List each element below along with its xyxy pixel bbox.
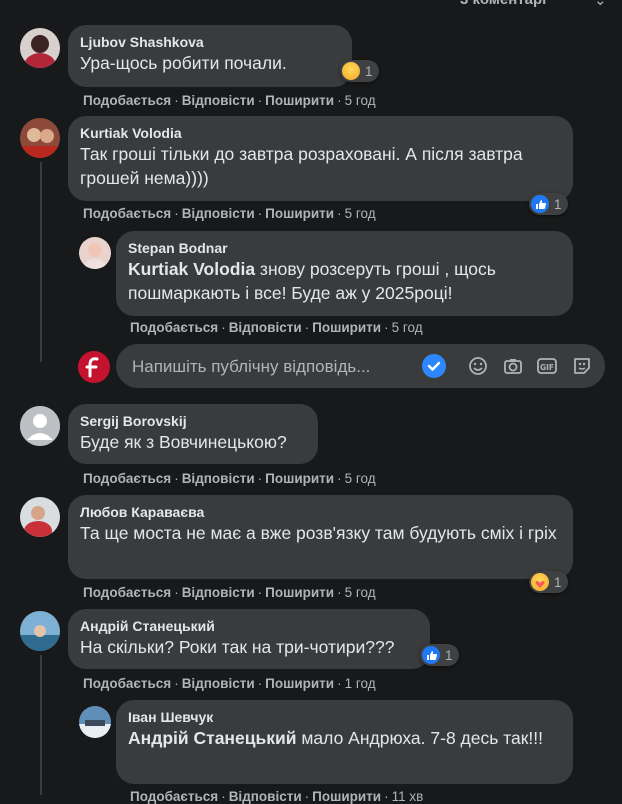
like-link[interactable]: Подобається xyxy=(83,93,171,108)
default-avatar-icon xyxy=(20,406,60,446)
reply-text: мало Андрюха. 7-8 десь так!!! xyxy=(296,728,544,748)
comment-bubble: Kurtiak Volodia Так гроші тільки до завт… xyxy=(68,116,573,201)
comment-author[interactable]: Іван Шевчук xyxy=(128,708,561,726)
like-link[interactable]: Подобається xyxy=(83,471,171,486)
timestamp[interactable]: 5 год xyxy=(345,93,376,108)
avatar[interactable] xyxy=(20,406,60,446)
profile-logo xyxy=(78,351,110,383)
comment-actions: Подобається · Відповісти · Поширити · 5 год xyxy=(83,93,376,108)
comment-actions: Подобається · Відповісти · Поширити · 5 год xyxy=(83,585,376,600)
avatar[interactable] xyxy=(79,237,111,269)
comment-actions: Подобається · Відповісти · Поширити · 1 год xyxy=(83,676,376,691)
comment-author[interactable]: Kurtiak Volodia xyxy=(80,124,561,142)
reply-link[interactable]: Відповісти xyxy=(182,206,255,221)
like-link[interactable]: Подобається xyxy=(130,320,218,335)
reply-link[interactable]: Відповісти xyxy=(182,676,255,691)
like-emoji-icon xyxy=(422,646,440,664)
camera-icon[interactable] xyxy=(503,356,523,376)
reaction-count: 1 xyxy=(554,574,562,590)
reply-link[interactable]: Відповісти xyxy=(182,585,255,600)
avatar[interactable] xyxy=(79,706,111,738)
comment-text: Буде як з Вовчинецькою? xyxy=(80,432,287,452)
comment-text: Андрій Станецький мало Андрюха. 7-8 десь… xyxy=(128,726,561,750)
comment-author[interactable]: Ljubov Shashkova xyxy=(80,33,340,51)
share-link[interactable]: Поширити xyxy=(265,471,334,486)
comment-author[interactable]: Stepan Bodnar xyxy=(128,239,561,257)
like-link[interactable]: Подобається xyxy=(83,676,171,691)
avatar[interactable] xyxy=(20,611,60,651)
comment-author[interactable]: Любов Караваєва xyxy=(80,503,561,521)
comment-text: На скільки? Роки так на три-чотири??? xyxy=(80,637,395,657)
reaction-summary[interactable]: 1 xyxy=(529,193,568,215)
share-link[interactable]: Поширити xyxy=(265,206,334,221)
reply-link[interactable]: Відповісти xyxy=(229,320,302,335)
timestamp[interactable]: 5 год xyxy=(392,320,423,335)
reply-input[interactable] xyxy=(130,344,404,390)
thread-line xyxy=(40,162,42,362)
check-icon[interactable] xyxy=(422,354,446,378)
avatar[interactable] xyxy=(20,118,60,158)
avatar-photo xyxy=(20,28,60,68)
reply-input-box[interactable]: GIF xyxy=(116,344,605,390)
timestamp[interactable]: 5 год xyxy=(345,471,376,486)
profile-f-icon[interactable] xyxy=(78,351,110,383)
timestamp[interactable]: 5 год xyxy=(345,585,376,600)
reply-bubble: Stepan Bodnar Kurtiak Volodia знову розс… xyxy=(116,231,573,316)
mention-link[interactable]: Kurtiak Volodia xyxy=(128,259,255,279)
like-link[interactable]: Подобається xyxy=(83,206,171,221)
comment-text: Ура-щось робити почали. xyxy=(80,53,287,73)
share-link[interactable]: Поширити xyxy=(265,585,334,600)
avatar-photo xyxy=(79,237,111,269)
comments-count-text: 3 коментарі xyxy=(460,0,546,8)
avatar-photo xyxy=(20,611,60,651)
comment-bubble: Sergij Borovskij Буде як з Вовчинецькою? xyxy=(68,404,318,464)
comment-bubble: Андрій Станецький На скільки? Роки так н… xyxy=(68,609,430,669)
avatar[interactable] xyxy=(20,28,60,68)
timestamp[interactable]: 1 год xyxy=(345,676,376,691)
share-link[interactable]: Поширити xyxy=(265,93,334,108)
share-link[interactable]: Поширити xyxy=(265,676,334,691)
comment-author[interactable]: Sergij Borovskij xyxy=(80,412,306,430)
reaction-count: 1 xyxy=(445,647,453,663)
reaction-summary[interactable]: 1 xyxy=(420,644,459,666)
avatar-photo xyxy=(20,497,60,537)
avatar[interactable] xyxy=(20,497,60,537)
reaction-summary[interactable]: 1 xyxy=(529,571,568,593)
care-emoji-icon xyxy=(531,573,549,591)
reply-bubble: Іван Шевчук Андрій Станецький мало Андрю… xyxy=(116,700,573,784)
share-link[interactable]: Поширити xyxy=(312,320,381,335)
avatar-photo xyxy=(79,706,111,738)
comment-actions: Подобається · Відповісти · Поширити · 5 год xyxy=(83,471,376,486)
comment-text: Так гроші тільки до завтра розраховані. … xyxy=(80,144,523,188)
like-link[interactable]: Подобається xyxy=(83,585,171,600)
thread-line xyxy=(40,655,42,795)
avatar-photo xyxy=(20,118,60,158)
sticker-icon[interactable] xyxy=(572,356,592,376)
svg-text:GIF: GIF xyxy=(540,363,554,372)
gif-icon[interactable]: GIF xyxy=(537,356,557,376)
comments-count-link[interactable]: 3 коментарі ⌄ xyxy=(460,0,607,9)
reaction-count: 1 xyxy=(554,196,562,212)
timestamp[interactable]: 5 год xyxy=(345,206,376,221)
comment-text: Та ще моста не має а вже розв'язку там б… xyxy=(80,523,557,543)
reaction-count: 1 xyxy=(365,63,373,79)
comment-actions: Подобається · Відповісти · Поширити · 5 год xyxy=(83,206,376,221)
chevron-down-icon: ⌄ xyxy=(594,0,607,9)
comment-text: Kurtiak Volodia знову розсеруть гроші , … xyxy=(128,257,561,305)
mention-link[interactable]: Андрій Станецький xyxy=(128,728,297,748)
emoji-icon[interactable] xyxy=(468,356,488,376)
reply-link[interactable]: Відповісти xyxy=(182,93,255,108)
comment-bubble: Любов Караваєва Та ще моста не має а вже… xyxy=(68,495,573,579)
reply-link[interactable]: Відповісти xyxy=(182,471,255,486)
comment-bubble: Ljubov Shashkova Ура-щось робити почали. xyxy=(68,25,352,87)
reaction-summary[interactable]: 1 xyxy=(340,60,379,82)
haha-emoji-icon xyxy=(342,62,360,80)
like-emoji-icon xyxy=(531,195,549,213)
comment-actions: Подобається · Відповісти · Поширити · 5 год xyxy=(130,320,423,335)
comment-author[interactable]: Андрій Станецький xyxy=(80,617,418,635)
